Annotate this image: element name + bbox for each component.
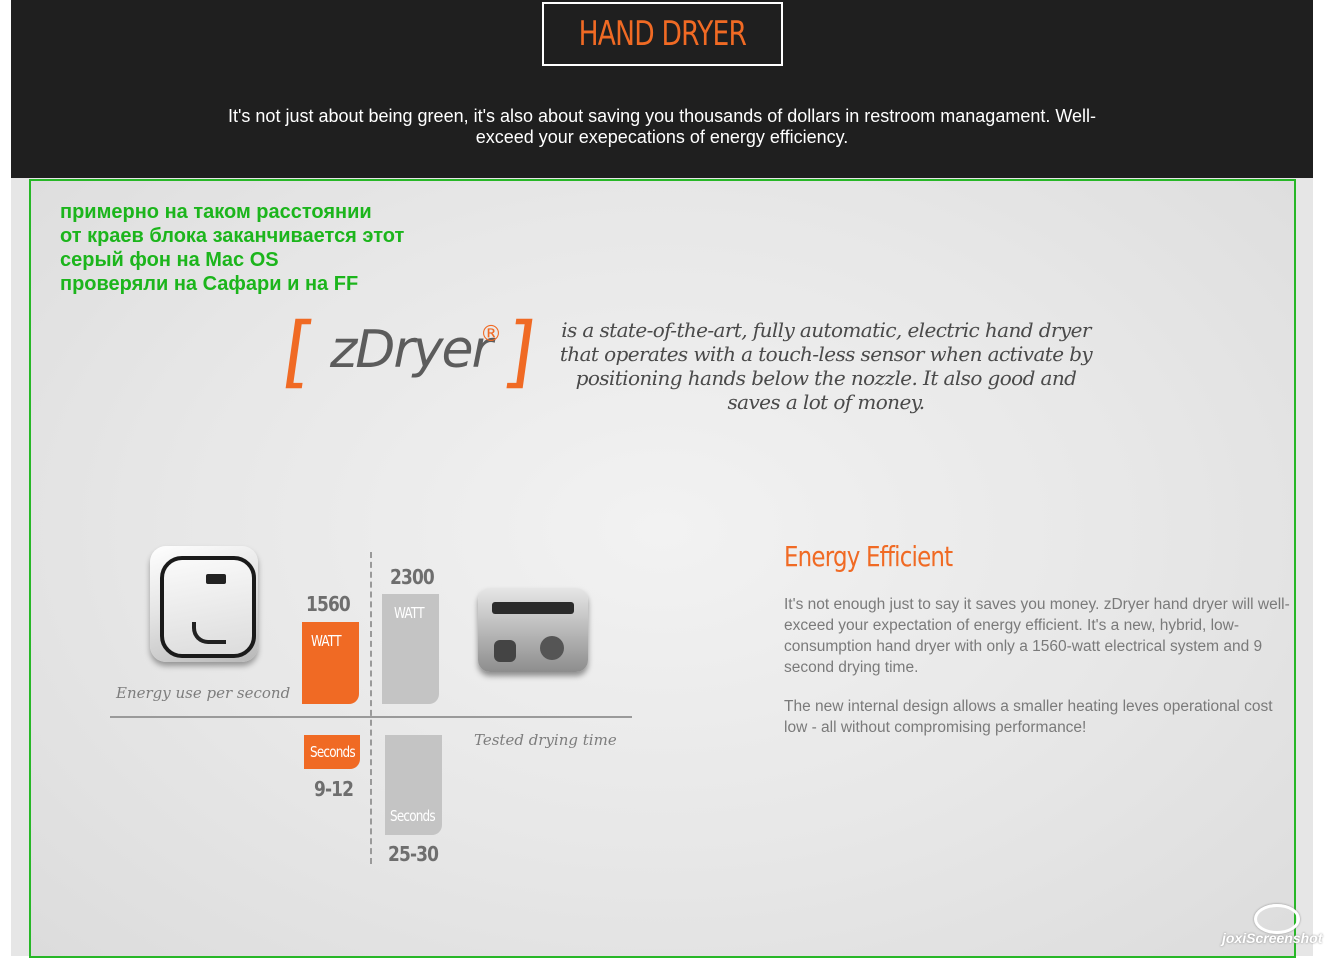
zdryer-seconds-bar: Seconds xyxy=(304,735,360,769)
seconds-label: Seconds xyxy=(310,743,356,761)
old-dryer-vent-icon xyxy=(492,602,574,614)
seconds-label: Seconds xyxy=(390,807,436,825)
old-dryer-button-icon xyxy=(540,636,564,660)
logo-name: zDryer xyxy=(330,320,493,380)
screenshot-watermark: joxiScreenshot xyxy=(1222,900,1322,952)
other-seconds-bar: Seconds xyxy=(385,735,442,835)
energy-title: Energy Efficient xyxy=(784,540,953,573)
zdryer-seconds-value: 9-12 xyxy=(314,777,354,801)
zdryer-product-image xyxy=(150,546,258,662)
old-dryer-nozzle-icon xyxy=(494,640,516,662)
other-seconds-value: 25-30 xyxy=(388,842,439,866)
annotation-note: примерно на таком расстоянии от краев бл… xyxy=(60,200,480,296)
page-title: HAND DRYER xyxy=(578,14,747,54)
page-title-box: HAND DRYER xyxy=(542,2,783,66)
other-watt-value: 2300 xyxy=(390,565,435,589)
zdryer-badge-icon xyxy=(206,574,226,584)
chart-axis-vertical xyxy=(370,552,372,864)
note-line: примерно на таком расстоянии xyxy=(60,201,372,223)
zdryer-logo: [ zDryer ® ] xyxy=(278,307,542,397)
caption-drying-time: Tested drying time xyxy=(474,731,617,749)
zdryer-watt-bar: WATT xyxy=(302,622,359,704)
header: HAND DRYER It's not just about being gre… xyxy=(11,0,1313,178)
zdryer-watt-value: 1560 xyxy=(306,592,351,616)
energy-paragraph-1: It's not enough just to say it saves you… xyxy=(784,596,1290,676)
note-line: от краев блока заканчивается этот xyxy=(60,225,405,247)
other-watt-bar: WATT xyxy=(382,594,439,704)
logo-bracket-left: [ xyxy=(277,307,321,397)
watermark-text: joxiScreenshot xyxy=(1222,930,1323,946)
watt-label: WATT xyxy=(394,604,425,622)
energy-paragraph-2: The new internal design allows a smaller… xyxy=(784,698,1273,736)
watt-label: WATT xyxy=(311,632,342,650)
zdryer-nozzle-icon xyxy=(192,622,226,644)
caption-energy-use: Energy use per second xyxy=(116,684,291,702)
old-dryer-image xyxy=(478,588,588,672)
note-line: проверяли на Сафари и на FF xyxy=(60,273,359,295)
logo-bracket-right: ] xyxy=(497,307,541,397)
note-line: серый фон на Mac OS xyxy=(60,249,279,271)
tagline: It's not just about being green, it's al… xyxy=(227,106,1097,147)
zdryer-face xyxy=(160,556,256,658)
logo-registered-mark: ® xyxy=(480,322,502,347)
product-description: is a state-of-the-art, fully automatic, … xyxy=(559,318,1093,414)
